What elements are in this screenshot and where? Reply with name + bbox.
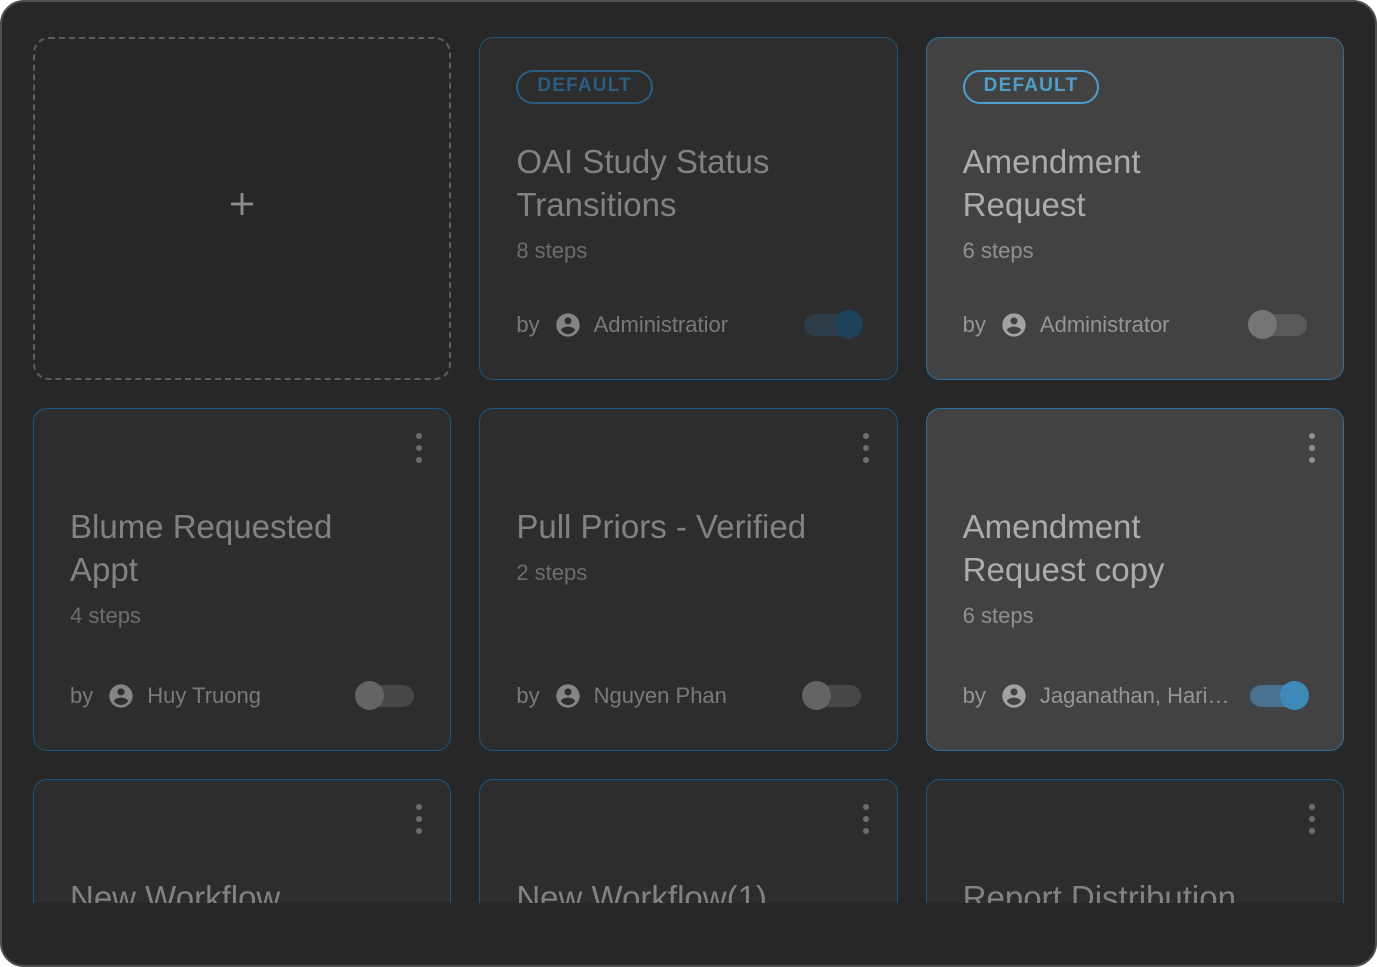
user-avatar-icon	[554, 682, 582, 710]
publish-toggle[interactable]	[804, 685, 861, 707]
workflow-card-blume-requested-appt[interactable]: Blume Requested Appt 4 steps by Huy Truo…	[33, 408, 451, 751]
workflow-author: Huy Truong	[147, 683, 261, 709]
workflow-cards-scroll-area[interactable]: DEFAULT OAI Study Status Transitions 8 s…	[2, 2, 1375, 903]
workflow-card-pull-priors-verified[interactable]: Pull Priors - Verified 2 steps by Nguyen…	[479, 408, 897, 751]
plus-icon	[228, 190, 256, 218]
workflow-author-row: by Jaganathan, Hari…	[963, 682, 1307, 710]
workflow-author-row: by Huy Truong	[70, 682, 414, 710]
by-label: by	[70, 683, 93, 709]
workflow-step-count: 6 steps	[963, 603, 1307, 629]
publish-toggle[interactable]	[1250, 685, 1307, 707]
workflow-author-row: by Administrator	[963, 311, 1307, 339]
more-options-button[interactable]	[414, 802, 424, 836]
more-options-button[interactable]	[861, 802, 871, 836]
workflow-card-grid: DEFAULT OAI Study Status Transitions 8 s…	[33, 37, 1344, 903]
workflow-author: Nguyen Phan	[594, 683, 727, 709]
add-workflow-card[interactable]	[33, 37, 451, 380]
default-badge: DEFAULT	[963, 70, 1100, 104]
more-options-button[interactable]	[1307, 802, 1317, 836]
by-label: by	[516, 312, 539, 338]
workflow-author: Administrator	[1040, 312, 1170, 338]
default-badge: DEFAULT	[516, 70, 653, 104]
workflow-title: Blume Requested Appt	[70, 505, 414, 591]
toggle-knob	[355, 681, 384, 710]
toggle-knob	[1248, 310, 1277, 339]
workflow-step-count: 8 steps	[516, 238, 860, 264]
more-options-button[interactable]	[1307, 431, 1317, 465]
by-label: by	[963, 683, 986, 709]
workflow-title: New Workflow(1)	[516, 876, 860, 903]
workflow-card-amendment-request-copy[interactable]: Amendment Request copy 6 steps by Jagana…	[926, 408, 1344, 751]
workflows-panel: DEFAULT OAI Study Status Transitions 8 s…	[0, 0, 1377, 967]
workflow-author: Jaganathan, Hari…	[1040, 683, 1230, 709]
workflow-title: Pull Priors - Verified	[516, 505, 860, 548]
workflow-author-row: by Nguyen Phan	[516, 682, 860, 710]
workflow-step-count: 2 steps	[516, 560, 860, 586]
toggle-knob	[802, 681, 831, 710]
toggle-knob	[1280, 681, 1309, 710]
user-avatar-icon	[1000, 311, 1028, 339]
workflow-title: New Workflow	[70, 876, 414, 903]
publish-toggle[interactable]	[357, 685, 414, 707]
by-label: by	[516, 683, 539, 709]
workflow-card-new-workflow[interactable]: New Workflow	[33, 779, 451, 903]
publish-toggle[interactable]	[1250, 314, 1307, 336]
panel-footer	[2, 903, 1375, 965]
toggle-knob	[834, 310, 863, 339]
workflow-title: Amendment Request	[963, 140, 1307, 226]
user-avatar-icon	[1000, 682, 1028, 710]
workflow-author: Administratior	[594, 312, 728, 338]
user-avatar-icon	[107, 682, 135, 710]
workflow-card-oai-study-status-transitions[interactable]: DEFAULT OAI Study Status Transitions 8 s…	[479, 37, 897, 380]
publish-toggle[interactable]	[804, 314, 861, 336]
workflow-title: OAI Study Status Transitions	[516, 140, 860, 226]
workflow-title: Report Distribution	[963, 876, 1307, 903]
workflow-author-row: by Administratior	[516, 311, 860, 339]
by-label: by	[963, 312, 986, 338]
workflow-step-count: 6 steps	[963, 238, 1307, 264]
workflow-card-amendment-request[interactable]: DEFAULT Amendment Request 6 steps by Adm…	[926, 37, 1344, 380]
workflow-card-report-distribution[interactable]: Report Distribution	[926, 779, 1344, 903]
workflow-card-new-workflow-1[interactable]: New Workflow(1)	[479, 779, 897, 903]
more-options-button[interactable]	[414, 431, 424, 465]
user-avatar-icon	[554, 311, 582, 339]
more-options-button[interactable]	[861, 431, 871, 465]
workflow-title: Amendment Request copy	[963, 505, 1307, 591]
workflow-step-count: 4 steps	[70, 603, 414, 629]
